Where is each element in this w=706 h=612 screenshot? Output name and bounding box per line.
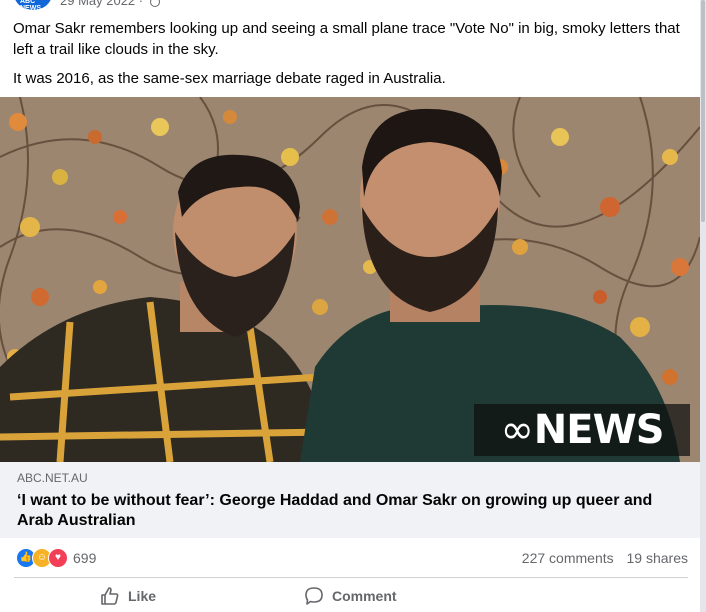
abc-news-watermark: ∞ NEWS: [474, 404, 690, 456]
like-button[interactable]: Like: [100, 580, 156, 612]
scrollbar-thumb[interactable]: [701, 0, 705, 222]
link-preview-caption[interactable]: ABC.NET.AU ‘I want to be without fear’: …: [0, 462, 700, 538]
comment-button[interactable]: Comment: [304, 580, 397, 612]
like-label: Like: [128, 588, 157, 604]
page-avatar[interactable]: ABC NEWS: [14, 0, 52, 10]
post-paragraph-1: Omar Sakr remembers looking up and seein…: [13, 20, 680, 58]
link-domain: ABC.NET.AU: [17, 471, 88, 485]
engagement-stats: 227 comments 19 shares: [513, 550, 688, 566]
avatar-label: ABC NEWS: [20, 0, 41, 10]
link-title[interactable]: ‘I want to be without fear’: George Hadd…: [17, 491, 687, 531]
post-paragraph-2: It was 2016, as the same-sex marriage de…: [13, 70, 446, 87]
globe-icon: [149, 0, 160, 7]
abc-logo-icon: ∞: [500, 407, 533, 453]
shares-count[interactable]: 19 shares: [627, 550, 688, 566]
link-preview-image[interactable]: ∞ NEWS: [0, 97, 700, 462]
reaction-count[interactable]: 699: [73, 550, 96, 566]
comment-icon: [305, 587, 323, 605]
post-meta: 29 May 2022 ·: [60, 0, 160, 8]
post-date[interactable]: 29 May 2022 ·: [60, 0, 143, 8]
watermark-text: NEWS: [533, 407, 665, 453]
divider: [14, 577, 688, 578]
scrollbar[interactable]: [700, 0, 706, 612]
love-icon: ♥: [48, 548, 68, 568]
facebook-post: ABC NEWS 29 May 2022 · Omar Sakr remembe…: [0, 0, 700, 612]
post-text: Omar Sakr remembers looking up and seein…: [13, 18, 688, 97]
comments-count[interactable]: 227 comments: [522, 550, 614, 566]
thumbs-up-icon: [101, 587, 119, 605]
comment-label: Comment: [332, 588, 397, 604]
post-header: ABC NEWS 29 May 2022 ·: [0, 0, 700, 14]
